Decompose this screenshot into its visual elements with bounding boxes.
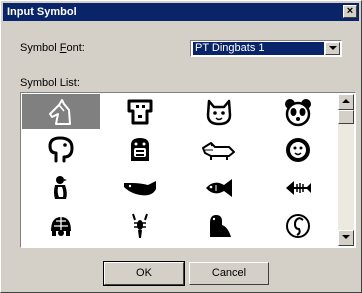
symbol-cell[interactable] — [22, 132, 100, 167]
symbol-list-label: Symbol List: — [20, 77, 80, 89]
symbol-cell[interactable] — [101, 208, 179, 243]
window-title: Input Symbol — [7, 6, 77, 18]
dog-icon — [127, 99, 153, 124]
symbol-cell[interactable] — [180, 170, 258, 205]
scroll-up-button[interactable] — [338, 94, 354, 110]
symbol-cell[interactable] — [22, 170, 100, 205]
symbol-cell[interactable] — [259, 132, 337, 167]
title-bar: Input Symbol × — [3, 3, 359, 21]
symbol-cell[interactable] — [180, 208, 258, 243]
symbol-list[interactable] — [20, 92, 356, 248]
whale-icon — [124, 180, 156, 195]
dinosaur-icon — [210, 214, 231, 237]
fish-icon — [206, 178, 232, 197]
panda-face-icon — [285, 98, 311, 126]
close-button[interactable]: × — [343, 5, 357, 18]
symbol-cell[interactable] — [22, 208, 100, 243]
symbol-cell[interactable] — [180, 94, 258, 129]
alligator-icon — [202, 141, 235, 160]
symbol-font-select[interactable]: PT Dingbats 1 — [190, 40, 342, 57]
lobster-icon — [132, 213, 148, 238]
gorilla-face-icon — [131, 137, 149, 161]
elephant-icon — [48, 136, 74, 162]
symbol-cell[interactable] — [101, 170, 179, 205]
seahorse-icon — [286, 213, 310, 238]
ok-button[interactable]: OK — [103, 261, 185, 286]
symbol-cell[interactable] — [259, 170, 337, 205]
horse-head-icon — [49, 98, 71, 125]
symbol-font-value: PT Dingbats 1 — [193, 42, 324, 55]
fish-skeleton-icon — [286, 180, 311, 195]
scroll-thumb[interactable] — [338, 110, 354, 124]
symbol-cell[interactable] — [259, 208, 337, 243]
symbol-cell[interactable] — [101, 94, 179, 129]
chevron-down-icon — [329, 46, 337, 50]
symbol-cell[interactable] — [101, 132, 179, 167]
vertical-scrollbar[interactable] — [338, 94, 354, 246]
symbol-grid — [22, 94, 338, 246]
chevron-up-icon — [342, 99, 350, 103]
penguin-icon — [54, 175, 67, 199]
chevron-down-icon — [342, 235, 350, 239]
input-symbol-dialog: Input Symbol × Symbol Font: PT Dingbats … — [0, 0, 362, 293]
turtle-icon — [51, 216, 71, 236]
lion-face-icon — [286, 137, 310, 162]
symbol-cell[interactable] — [180, 132, 258, 167]
scroll-down-button[interactable] — [338, 230, 354, 246]
cancel-button[interactable]: Cancel — [189, 262, 269, 285]
symbol-cell[interactable] — [22, 94, 100, 129]
dropdown-button[interactable] — [325, 42, 340, 55]
cat-face-icon — [206, 99, 232, 125]
symbol-font-label: Symbol Font: — [20, 42, 85, 54]
symbol-cell[interactable] — [259, 94, 337, 129]
